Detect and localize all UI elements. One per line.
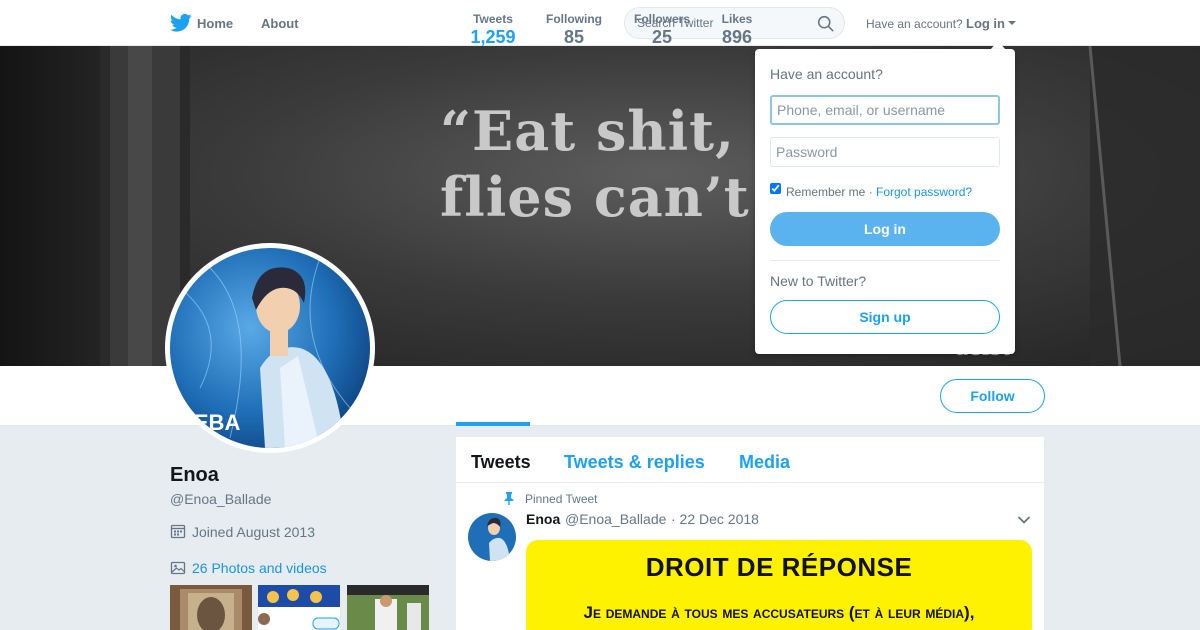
- login-dropdown-title: Have an account?: [770, 66, 883, 82]
- joined-date: Joined August 2013: [192, 524, 315, 540]
- stat-following[interactable]: Following 85: [540, 12, 608, 48]
- photos-videos-link[interactable]: 26 Photos and videos: [192, 560, 327, 576]
- login-menu-toggle[interactable]: Log in: [966, 16, 1005, 31]
- photo-thumbnail[interactable]: [170, 585, 252, 630]
- photo-thumbnail[interactable]: [258, 585, 340, 630]
- signup-button[interactable]: Sign up: [770, 300, 1000, 334]
- tweet-author-handle[interactable]: @Enoa_Ballade: [565, 511, 666, 527]
- profile-handle[interactable]: @Enoa_Ballade: [170, 491, 271, 507]
- login-button[interactable]: Log in: [770, 212, 1000, 246]
- tab-tweets-and-replies[interactable]: Tweets & replies: [564, 452, 705, 473]
- twitter-bird-icon[interactable]: [170, 13, 192, 33]
- remember-me-checkbox[interactable]: [770, 183, 781, 194]
- calendar-icon: [170, 524, 186, 539]
- login-dropdown: Have an account? Remember me · Forgot pa…: [755, 49, 1015, 354]
- dropdown-divider: [770, 260, 1000, 261]
- have-account-text: Have an account?: [866, 17, 963, 31]
- media-title-text: DROIT DE RÉPONSE: [645, 552, 913, 582]
- stat-value: 85: [563, 27, 585, 47]
- forgot-password-link[interactable]: Forgot password?: [876, 185, 972, 199]
- tweet-author-name[interactable]: Enoa: [526, 511, 560, 527]
- stat-tweets[interactable]: Tweets 1,259: [456, 12, 530, 48]
- password-field[interactable]: [770, 137, 1000, 167]
- tweet-date[interactable]: · 22 Dec 2018: [671, 511, 759, 527]
- profile-avatar[interactable]: AEBA: [165, 243, 375, 453]
- nav-home-link[interactable]: Home: [197, 16, 233, 31]
- profile-name[interactable]: Enoa: [170, 464, 219, 487]
- media-body-text: Je demande à tous mes accusateurs (et à …: [583, 603, 975, 622]
- stat-label: Likes: [721, 12, 753, 26]
- stat-value: 896: [721, 27, 753, 47]
- active-stat-underline: [456, 422, 530, 426]
- follow-button[interactable]: Follow: [940, 379, 1045, 413]
- nav-about-link[interactable]: About: [261, 16, 299, 31]
- timeline-tabs: Tweets Tweets & replies Media: [456, 437, 1044, 483]
- tweet-media-image[interactable]: DROIT DE RÉPONSE Je demande à tous mes a…: [526, 540, 1032, 630]
- new-to-twitter-text: New to Twitter?: [770, 273, 867, 289]
- search-icon[interactable]: [817, 15, 834, 32]
- chevron-down-icon[interactable]: [1017, 515, 1031, 525]
- tweet-author-avatar[interactable]: [468, 513, 516, 561]
- tab-tweets[interactable]: Tweets: [471, 452, 531, 473]
- caret-down-icon[interactable]: [1008, 21, 1016, 25]
- pinned-tweet-label: Pinned Tweet: [525, 492, 598, 506]
- avatar-anime-portrait: AEBA: [170, 248, 370, 448]
- tab-media[interactable]: Media: [739, 452, 790, 473]
- banner-right-shadow: [1088, 46, 1200, 366]
- photo-thumbnail[interactable]: [347, 585, 429, 630]
- remember-me-label: Remember me ·: [786, 185, 873, 199]
- image-icon: [170, 561, 186, 575]
- stat-followers[interactable]: Followers 25: [628, 12, 696, 48]
- stat-likes[interactable]: Likes 896: [716, 12, 758, 48]
- stat-value: 25: [651, 27, 673, 47]
- stat-label: Tweets: [473, 12, 513, 26]
- stat-label: Following: [546, 12, 602, 26]
- avatar-text: AEBA: [178, 410, 240, 435]
- stat-value: 1,259: [470, 27, 516, 47]
- stat-label: Followers: [633, 12, 690, 26]
- username-field[interactable]: [770, 95, 1000, 125]
- pin-icon: [504, 492, 514, 505]
